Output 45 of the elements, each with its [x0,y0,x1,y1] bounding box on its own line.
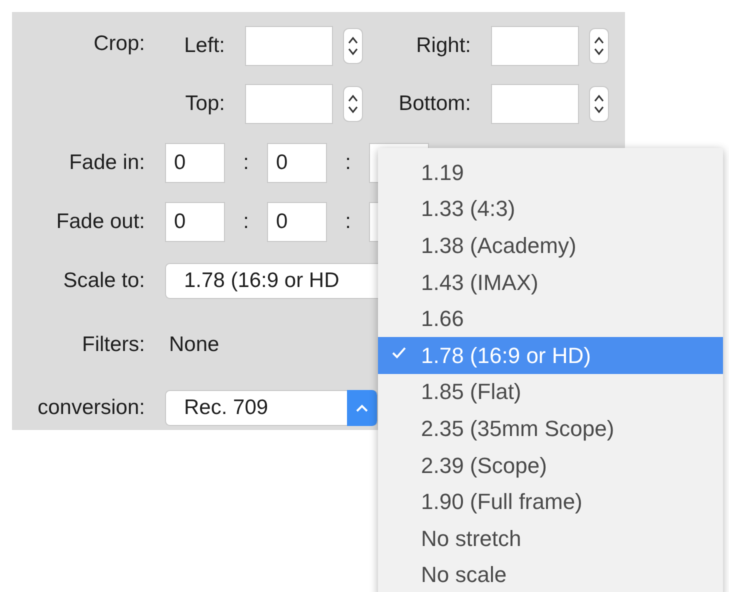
crop-label: Crop: [92,31,145,57]
stepper-arrows-icon [594,93,604,115]
field-label: Right: [415,33,471,60]
colon-separator: : [242,150,250,176]
input-field[interactable]: 0 [267,143,327,183]
input-field[interactable]: 0 [165,143,225,183]
field-label: Top: [184,91,225,118]
input-field[interactable]: 0 [165,202,225,242]
fade-out-label: Fade out: [55,209,145,236]
stepper-arrows-icon [348,35,358,57]
stepper-arrows-icon [594,35,604,57]
menu-item[interactable]: 1.38 (Academy) [378,227,723,264]
menu-item[interactable]: 1.19 [378,154,723,191]
menu-item[interactable]: 1.90 (Full frame) [378,483,723,520]
input-field[interactable] [245,26,333,66]
caret-icon [356,404,368,412]
scale-label: Scale to: [62,268,145,294]
menu-item[interactable]: No stretch [378,520,723,557]
field-label: Left: [183,33,225,60]
menu-item[interactable]: 2.39 (Scope) [378,446,723,484]
menu-item[interactable]: 1.66 [378,300,723,337]
menu-item[interactable]: 1.33 (4:3) [378,190,723,228]
conversion-value: Rec. 709 [183,395,268,422]
menu-item[interactable]: No scale [378,556,723,592]
filters-value: None [169,332,220,358]
menu-item[interactable]: 2.35 (35mm Scope) [378,410,723,447]
input-field[interactable] [245,84,333,124]
colon-separator: : [344,209,352,236]
input-field[interactable] [491,84,579,124]
stepper-button[interactable] [343,28,363,64]
field-label: Bottom: [398,91,471,118]
conversion-label: conversion: [36,395,145,422]
input-field[interactable]: 0 [267,202,327,242]
menu-item[interactable]: 1.85 (Flat) [378,374,723,410]
stepper-button[interactable] [343,86,363,122]
filters-label: Filters: [81,332,145,358]
fade-in-label: Fade in: [68,150,145,176]
input-field[interactable] [491,26,579,66]
colon-separator: : [344,150,352,176]
conversion-popup[interactable]: Rec. 709 [165,390,378,426]
stepper-arrows-icon [348,93,358,115]
colon-separator: : [242,209,250,236]
checkmark-icon [392,346,406,359]
stepper-button[interactable] [589,86,609,122]
stepper-button[interactable] [589,28,609,64]
